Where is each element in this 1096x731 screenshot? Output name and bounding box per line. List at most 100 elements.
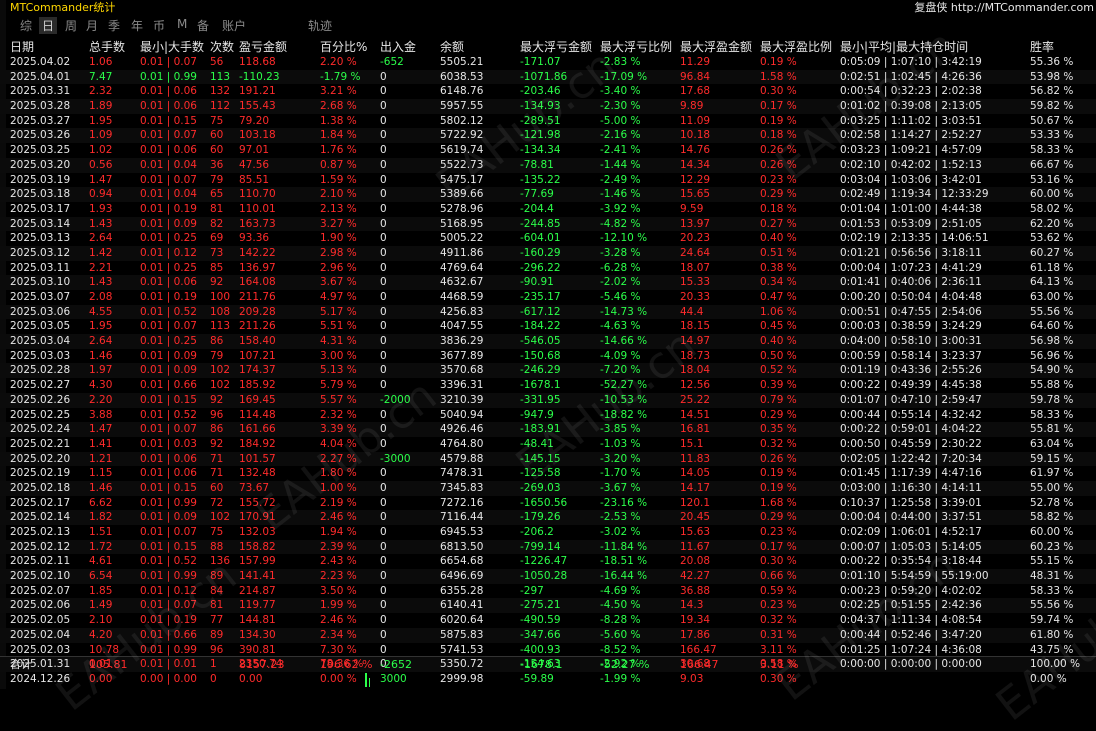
table-row[interactable]: 2025.03.05 1.95 0.01 | 0.07 113 211.26 5.51 %… — [0, 319, 1096, 334]
table-row[interactable]: 2025.02.25 3.88 0.01 | 0.52 96 114.48 2.32 % 0… — [0, 408, 1096, 423]
cell-percent: 3.27 % — [320, 217, 357, 230]
tab-magic[interactable]: M — [177, 17, 187, 31]
cell-count: 65 — [210, 188, 224, 201]
table-row[interactable]: 2025.02.03 10.78 0.01 | 0.99 96 390.81 7.30 %… — [0, 643, 1096, 658]
table-row[interactable]: 2025.03.04 2.64 0.01 | 0.25 86 158.40 4.31 % 0… — [0, 334, 1096, 349]
cell-max-float-loss-ratio: -4.69 % — [600, 584, 641, 597]
tab-week[interactable]: 周 — [65, 17, 77, 34]
header-deposit[interactable]: 出入金 — [380, 38, 416, 55]
cell-total-lots: 4.20 — [89, 628, 113, 641]
header-hold-time[interactable]: 最小|平均|最大持仓时间 — [840, 38, 968, 55]
cell-min-max-lots: 0.01 | 0.06 — [140, 100, 197, 113]
table-row[interactable]: 2025.03.28 1.89 0.01 | 0.06 112 155.43 2.68 %… — [0, 99, 1096, 114]
table-row[interactable]: 2025.02.27 4.30 0.01 | 0.66 102 185.92 5.79 %… — [0, 378, 1096, 393]
table-row[interactable]: 2025.02.24 1.47 0.01 | 0.07 86 161.66 3.39 % 0… — [0, 422, 1096, 437]
table-row[interactable]: 2025.02.17 6.62 0.01 | 0.99 72 155.72 2.19 % 0… — [0, 496, 1096, 511]
header-min-max-lots[interactable]: 最小|大手数 — [140, 38, 204, 55]
header-max-float-loss[interactable]: 最大浮亏金额 — [520, 38, 592, 55]
header-percent[interactable]: 百分比% — [320, 38, 367, 55]
tab-symbol[interactable]: 币 — [153, 17, 165, 34]
cell-max-float-profit-ratio: 0.39 % — [760, 379, 797, 392]
cell-count: 60 — [210, 144, 224, 157]
tab-month[interactable]: 月 — [86, 17, 98, 34]
brand-link[interactable]: 复盘侠 http://MTCommander.com — [914, 0, 1094, 15]
cell-max-float-loss-ratio: -8.52 % — [600, 643, 641, 656]
table-row[interactable]: 2025.02.21 1.41 0.01 | 0.03 92 184.92 4.04 % 0… — [0, 437, 1096, 452]
tab-overview[interactable]: 综 — [20, 17, 32, 34]
table-row[interactable]: 2025.03.31 2.32 0.01 | 0.06 132 191.21 3.21 %… — [0, 84, 1096, 99]
header-win-rate[interactable]: 胜率 — [1030, 38, 1054, 55]
table-row[interactable]: 2025.02.10 6.54 0.01 | 0.99 89 141.41 2.23 % 0… — [0, 569, 1096, 584]
table-row[interactable]: 2025.02.19 1.15 0.01 | 0.06 71 132.48 1.80 % 0… — [0, 466, 1096, 481]
tab-notes[interactable]: 备 — [197, 17, 209, 34]
table-row[interactable]: 2025.03.26 1.09 0.01 | 0.07 60 103.18 1.84 % 0… — [0, 128, 1096, 144]
cell-max-float-loss: -145.15 — [520, 452, 561, 465]
cell-balance: 4911.86 — [440, 246, 484, 259]
tab-year[interactable]: 年 — [131, 17, 143, 34]
table-row[interactable]: 2025.03.06 4.55 0.01 | 0.52 108 209.28 5.17 %… — [0, 304, 1096, 320]
table-row[interactable]: 2025.02.18 1.46 0.01 | 0.15 60 73.67 1.00 % 0 7… — [0, 480, 1096, 496]
table-row[interactable]: 2025.02.05 2.10 0.01 | 0.19 77 144.81 2.46 % 0… — [0, 613, 1096, 628]
tab-track[interactable]: 轨迹 — [308, 17, 332, 34]
table-row[interactable]: 2025.02.07 1.85 0.01 | 0.12 84 214.87 3.50 % 0… — [0, 584, 1096, 599]
cell-profit: 110.01 — [239, 202, 276, 215]
header-count[interactable]: 次数 — [210, 38, 234, 55]
cell-hold-time: 0:01:04 | 1:01:00 | 4:44:38 — [840, 202, 982, 215]
cell-max-float-profit: 15.63 — [680, 526, 711, 538]
cell-max-float-profit-ratio: 1.06 % — [760, 305, 797, 318]
cell-count: 102 — [210, 364, 231, 377]
table-row[interactable]: 2025.03.12 1.42 0.01 | 0.12 73 142.22 2.98 % 0… — [0, 245, 1096, 261]
cell-win-rate: 60.00 % — [1030, 188, 1074, 201]
cell-percent: 5.57 % — [320, 393, 357, 406]
totals-label: 合计 — [10, 658, 32, 671]
cell-max-float-loss-ratio: -3.67 % — [600, 481, 641, 494]
header-profit[interactable]: 盈亏金额 — [239, 38, 287, 55]
header-total-lots[interactable]: 总手数 — [89, 38, 125, 55]
cell-win-rate: 59.15 % — [1030, 452, 1074, 465]
table-row[interactable]: 2025.03.13 2.64 0.01 | 0.25 69 93.36 1.90 % 0 5… — [0, 231, 1096, 246]
cell-total-lots: 1.47 — [89, 423, 113, 436]
cell-balance: 3836.29 — [440, 335, 484, 348]
table-row[interactable]: 2025.04.02 1.06 0.01 | 0.07 56 118.68 2.20 % -… — [0, 55, 1096, 70]
table-row[interactable]: 2025.03.20 0.56 0.01 | 0.04 36 47.56 0.87 % 0 5… — [0, 157, 1096, 173]
table-row[interactable]: 2025.03.25 1.02 0.01 | 0.06 60 97.01 1.76 % 0 5… — [0, 143, 1096, 158]
table-row[interactable]: 2025.02.13 1.51 0.01 | 0.07 75 132.03 1.94 % 0… — [0, 525, 1096, 540]
cell-max-float-loss-ratio: -2.53 % — [600, 511, 641, 524]
table-row[interactable]: 2025.03.18 0.94 0.01 | 0.04 65 110.70 2.10 % 0… — [0, 187, 1096, 202]
table-row[interactable]: 2025.02.26 2.20 0.01 | 0.15 92 169.45 5.57 % -… — [0, 392, 1096, 408]
table-row[interactable]: 2025.03.14 1.43 0.01 | 0.09 82 163.73 3.27 % 0… — [0, 216, 1096, 232]
table-row[interactable]: 2025.02.12 1.72 0.01 | 0.15 88 158.82 2.39 % 0… — [0, 539, 1096, 555]
table-row[interactable]: 2025.04.01 7.47 0.01 | 0.99 113 -110.23 -1.79… — [0, 69, 1096, 85]
cell-count: 86 — [210, 423, 224, 436]
table-row[interactable]: 2025.02.20 1.21 0.01 | 0.06 71 101.57 2.27 % -… — [0, 451, 1096, 467]
cell-max-float-loss-ratio: -7.20 % — [600, 364, 641, 377]
cell-win-rate: 56.96 % — [1030, 349, 1074, 362]
table-row[interactable]: 2025.02.14 1.82 0.01 | 0.09 102 170.91 2.46 %… — [0, 510, 1096, 525]
table-row[interactable]: 2025.02.04 4.20 0.01 | 0.66 89 134.30 2.34 % 0… — [0, 627, 1096, 643]
table-row[interactable]: 2025.02.06 1.49 0.01 | 0.07 81 119.77 1.99 % 0… — [0, 598, 1096, 614]
tab-day[interactable]: 日 — [39, 17, 58, 34]
table-row[interactable]: 2025.03.11 2.21 0.01 | 0.25 85 136.97 2.96 % 0… — [0, 261, 1096, 276]
table-row[interactable]: 2025.02.11 4.61 0.01 | 0.52 136 157.99 2.43 %… — [0, 554, 1096, 569]
header-date[interactable]: 日期 — [10, 38, 34, 55]
table-row[interactable]: 2024.12.26 0.00 0.00 | 0.00 0 0.00 0.00 % 3000… — [0, 672, 1096, 687]
table-row[interactable]: 2025.03.03 1.46 0.01 | 0.09 79 107.21 3.00 % 0… — [0, 349, 1096, 364]
cell-balance: 3677.89 — [440, 349, 484, 362]
table-row[interactable]: 2025.03.27 1.95 0.01 | 0.15 75 79.20 1.38 % 0 5… — [0, 114, 1096, 129]
header-max-float-profit[interactable]: 最大浮盈金额 — [680, 38, 752, 55]
table-row[interactable]: 2025.03.10 1.43 0.01 | 0.06 92 164.08 3.67 % 0… — [0, 275, 1096, 290]
tab-quarter[interactable]: 季 — [108, 17, 120, 34]
table-row[interactable]: 2025.02.28 1.97 0.01 | 0.09 102 174.37 5.13 %… — [0, 363, 1096, 379]
table-row[interactable]: 2025.03.07 2.08 0.01 | 0.19 100 211.76 4.97 %… — [0, 290, 1096, 305]
tab-account[interactable]: 账户 — [222, 17, 246, 34]
cell-profit: 164.08 — [239, 276, 276, 289]
header-max-float-loss-ratio[interactable]: 最大浮亏比例 — [600, 38, 672, 55]
table-row[interactable]: 2025.03.19 1.47 0.01 | 0.07 79 85.51 1.59 % 0 5… — [0, 173, 1096, 188]
cell-max-float-profit-ratio: 0.35 % — [760, 423, 797, 436]
cell-profit: 211.76 — [239, 291, 276, 303]
cell-percent: 3.21 % — [320, 85, 357, 98]
header-max-float-profit-ratio[interactable]: 最大浮盈比例 — [760, 38, 832, 55]
cell-hold-time: 0:00:22 | 0:35:54 | 3:18:44 — [840, 555, 982, 568]
table-row[interactable]: 2025.03.17 1.93 0.01 | 0.19 81 110.01 2.13 % 0… — [0, 202, 1096, 217]
header-balance[interactable]: 余额 — [440, 38, 464, 55]
